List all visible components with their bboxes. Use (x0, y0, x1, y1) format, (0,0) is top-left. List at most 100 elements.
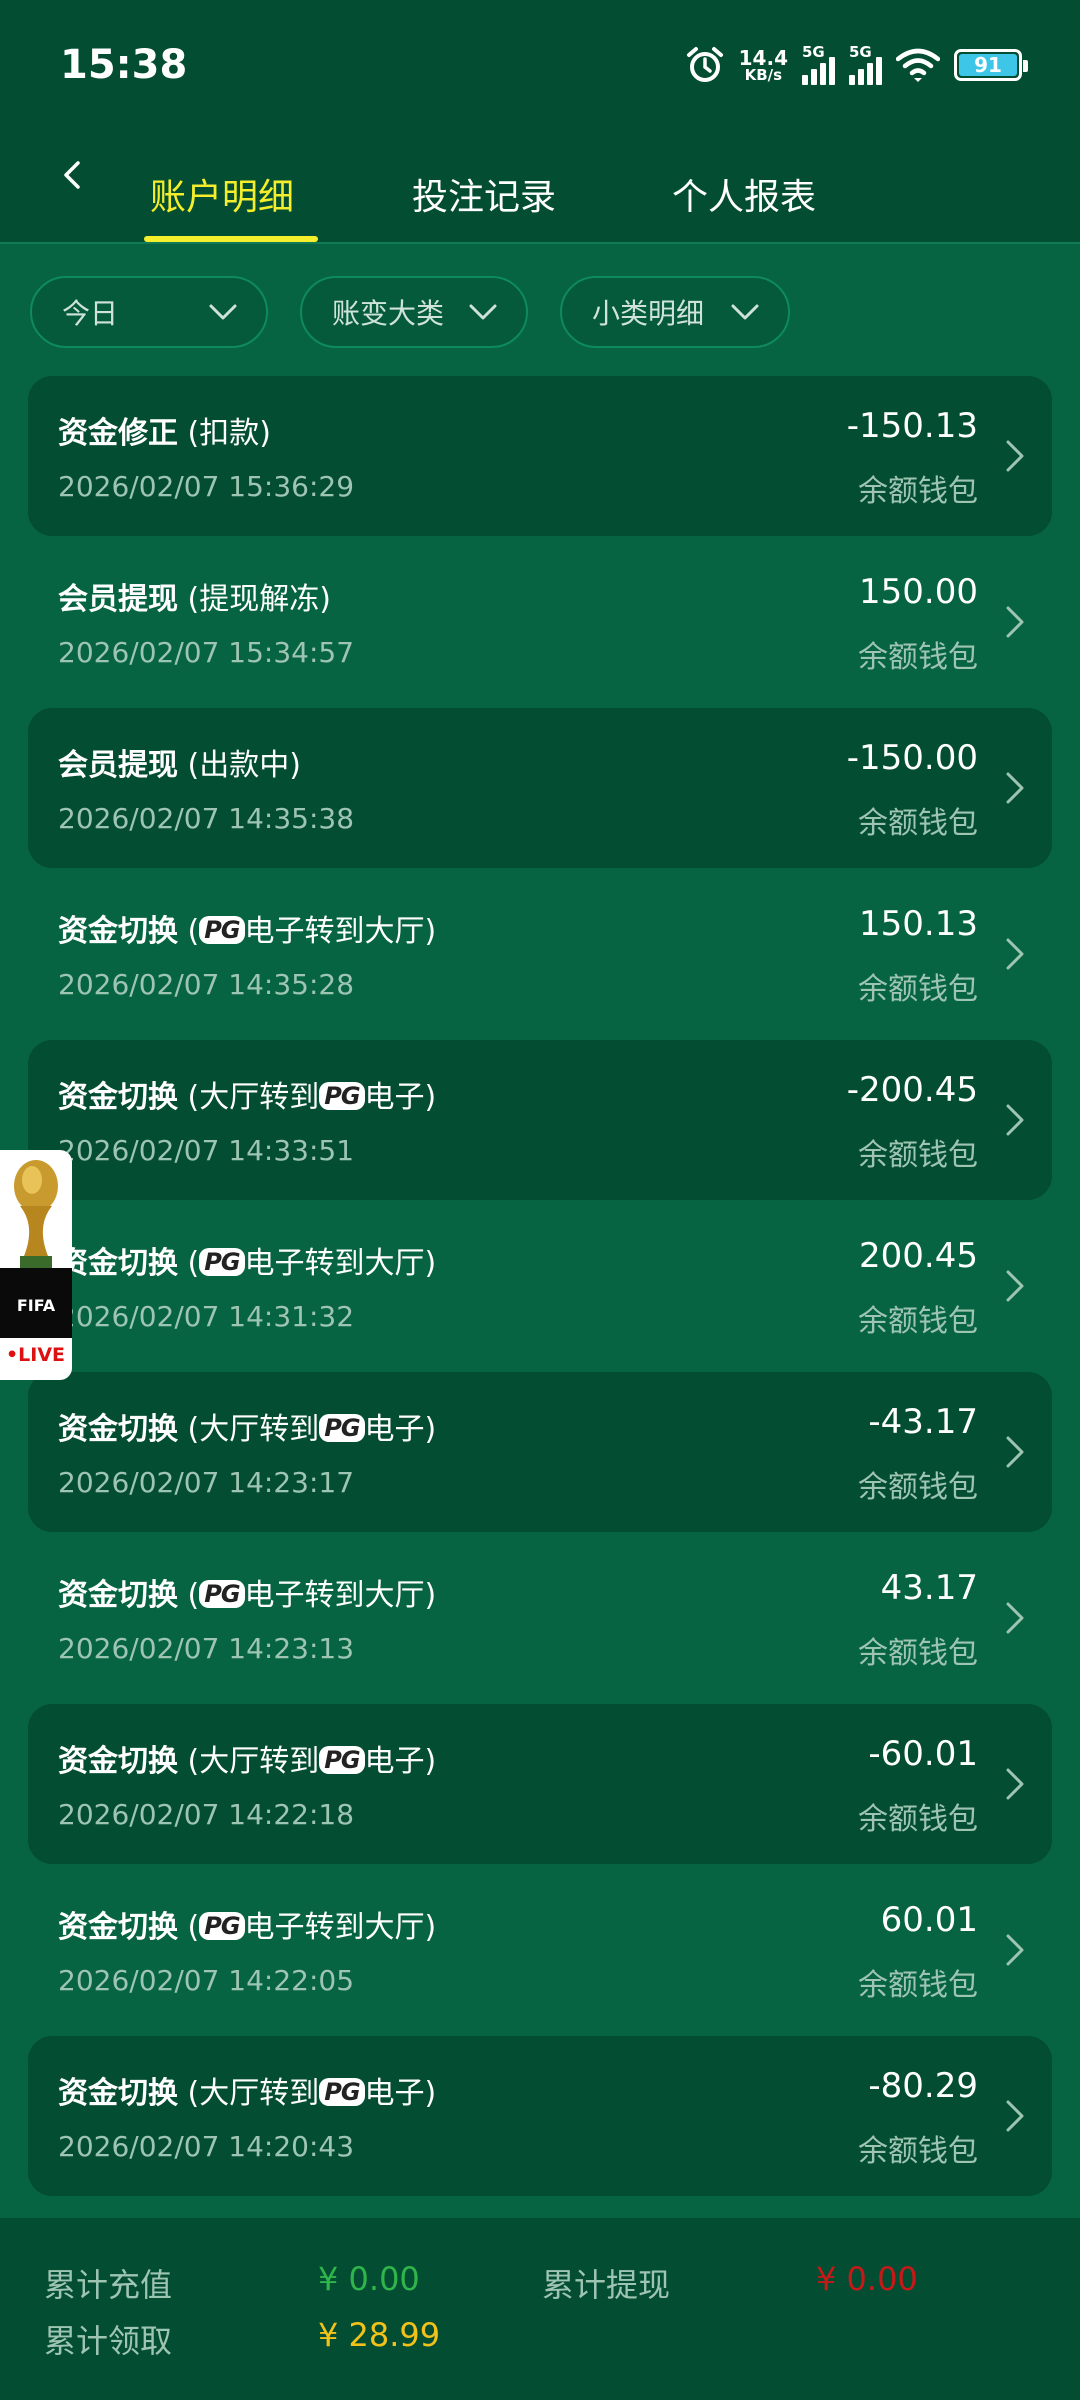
withdraw-total-label: 累计提现 (542, 2266, 671, 2304)
filter-date[interactable]: 今日 (30, 276, 268, 348)
signal-icon: 5G (802, 45, 835, 85)
recharge-total-label: 累计充值 (44, 2266, 173, 2304)
record-type: 会员提现 (58, 582, 178, 617)
record-amount: -150.00 (846, 738, 978, 778)
record-wallet: 余额钱包 (858, 1802, 978, 1837)
live-label: •LIVE (6, 1344, 66, 1366)
fifa-label: FIFA (16, 1296, 56, 1315)
record-detail-prefix: (大厅转到 (178, 1080, 320, 1115)
chevron-down-icon (209, 304, 237, 320)
record-detail-prefix: (出款中) (178, 748, 301, 783)
record-detail-suffix: 电子) (364, 1080, 437, 1115)
record-type: 资金切换 (58, 1744, 178, 1779)
record-wallet: 余额钱包 (858, 1304, 978, 1339)
record-detail-prefix: (大厅转到 (178, 2076, 320, 2111)
record-title: 会员提现 (出款中) (58, 740, 301, 784)
record-row[interactable]: 会员提现 (出款中) 2026/02/07 14:35:38 -150.00 余额钱包 (28, 708, 1052, 868)
record-title: 资金切换 (大厅转到 PG 电子) (58, 1736, 436, 1780)
trophy-icon (14, 1160, 58, 1272)
claim-total-value: ¥ 28.99 (318, 2316, 441, 2354)
chevron-down-icon (469, 304, 497, 320)
pg-logo: PG (319, 2078, 365, 2106)
record-time: 2026/02/07 14:23:17 (58, 1466, 355, 1499)
record-title: 资金切换 (PG 电子转到大厅) (58, 906, 436, 950)
record-row[interactable]: 资金切换 (大厅转到 PG 电子) 2026/02/07 14:33:51 -200.4… (28, 1040, 1052, 1200)
record-wallet: 余额钱包 (858, 640, 978, 675)
record-time: 2026/02/07 14:22:18 (58, 1798, 355, 1831)
record-detail-prefix: ( (178, 1910, 200, 1945)
filter-subcategory[interactable]: 小类明细 (560, 276, 790, 348)
chevron-right-icon (1006, 2100, 1024, 2132)
chevron-right-icon (1006, 772, 1024, 804)
record-type: 资金切换 (58, 2076, 178, 2111)
record-wallet: 余额钱包 (858, 1968, 978, 2003)
status-time: 15:38 (60, 42, 188, 88)
chevron-right-icon (1006, 1934, 1024, 1966)
signal-icon: 5G (849, 45, 882, 85)
active-tab-indicator (144, 236, 318, 242)
battery-icon: 91 (954, 49, 1028, 81)
network-speed: 14.4 KB/s (738, 45, 788, 84)
record-time: 2026/02/07 14:20:43 (58, 2130, 355, 2163)
record-title: 资金切换 (大厅转到 PG 电子) (58, 2068, 436, 2112)
record-wallet: 余额钱包 (858, 474, 978, 509)
record-title: 资金切换 (大厅转到 PG 电子) (58, 1404, 436, 1448)
record-row[interactable]: 资金切换 (大厅转到 PG 电子) 2026/02/07 14:22:18 -60.01… (28, 1704, 1052, 1864)
tab-account-details[interactable]: 账户明细 (150, 168, 294, 220)
record-detail-suffix: 电子转到大厅) (244, 1578, 437, 1613)
record-time: 2026/02/07 15:34:57 (58, 636, 355, 669)
record-type: 资金修正 (58, 416, 178, 451)
record-wallet: 余额钱包 (858, 1470, 978, 1505)
record-row[interactable]: 资金切换 (大厅转到 PG 电子) 2026/02/07 14:20:43 -80.29… (28, 2036, 1052, 2196)
record-detail-prefix: ( (178, 914, 200, 949)
record-row[interactable]: 资金切换 (大厅转到 PG 电子) 2026/02/07 14:23:17 -43.17… (28, 1372, 1052, 1532)
record-time: 2026/02/07 14:23:13 (58, 1632, 355, 1665)
record-title: 资金修正 (扣款) (58, 408, 271, 452)
record-amount: -43.17 (868, 1402, 978, 1442)
record-title: 资金切换 (PG 电子转到大厅) (58, 1902, 436, 1946)
record-title: 资金切换 (PG 电子转到大厅) (58, 1238, 436, 1282)
record-amount: 43.17 (880, 1568, 978, 1608)
pg-logo: PG (319, 1082, 365, 1110)
chevron-right-icon (1006, 606, 1024, 638)
record-detail-suffix: 电子转到大厅) (244, 1246, 437, 1281)
record-type: 资金切换 (58, 914, 178, 949)
wifi-icon (896, 48, 940, 82)
record-amount: -150.13 (846, 406, 978, 446)
record-row[interactable]: 资金修正 (扣款) 2026/02/07 15:36:29 -150.13 余额钱包 (28, 376, 1052, 536)
pg-logo: PG (199, 1580, 245, 1608)
fifa-live-badge[interactable]: FIFA •LIVE (0, 1150, 72, 1380)
summary-footer: 累计充值 ¥ 0.00 累计提现 ¥ 0.00 累计领取 ¥ 28.99 (0, 2218, 1080, 2400)
chevron-right-icon (1006, 1768, 1024, 1800)
tab-personal-report[interactable]: 个人报表 (672, 168, 816, 220)
chevron-right-icon (1006, 440, 1024, 472)
record-row[interactable]: 资金切换 (PG 电子转到大厅) 2026/02/07 14:22:05 60.01 余… (28, 1870, 1052, 2030)
record-type: 资金切换 (58, 1578, 178, 1613)
withdraw-total-value: ¥ 0.00 (816, 2260, 918, 2298)
record-amount: 150.13 (859, 904, 978, 944)
record-type: 资金切换 (58, 1910, 178, 1945)
record-row[interactable]: 资金切换 (PG 电子转到大厅) 2026/02/07 14:31:32 200.45… (28, 1206, 1052, 1366)
record-detail-prefix: (提现解冻) (178, 582, 331, 617)
record-wallet: 余额钱包 (858, 972, 978, 1007)
record-type: 会员提现 (58, 748, 178, 783)
record-amount: 60.01 (880, 1900, 978, 1940)
claim-total-label: 累计领取 (44, 2322, 173, 2360)
filter-category[interactable]: 账变大类 (300, 276, 528, 348)
record-detail-prefix: (大厅转到 (178, 1744, 320, 1779)
tab-bet-records[interactable]: 投注记录 (412, 168, 556, 220)
record-row[interactable]: 资金切换 (PG 电子转到大厅) 2026/02/07 14:23:13 43.17 余… (28, 1538, 1052, 1698)
pg-logo: PG (199, 1248, 245, 1276)
record-time: 2026/02/07 14:33:51 (58, 1134, 355, 1167)
record-detail-prefix: ( (178, 1246, 200, 1281)
record-wallet: 余额钱包 (858, 1636, 978, 1671)
record-title: 会员提现 (提现解冻) (58, 574, 331, 618)
battery-level: 91 (959, 54, 1017, 76)
chevron-down-icon (731, 304, 759, 320)
record-time: 2026/02/07 15:36:29 (58, 470, 355, 503)
record-row[interactable]: 会员提现 (提现解冻) 2026/02/07 15:34:57 150.00 余额钱包 (28, 542, 1052, 702)
record-detail-suffix: 电子转到大厅) (244, 1910, 437, 1945)
record-wallet: 余额钱包 (858, 1138, 978, 1173)
chevron-left-icon[interactable] (58, 160, 88, 190)
record-row[interactable]: 资金切换 (PG 电子转到大厅) 2026/02/07 14:35:28 150.13… (28, 874, 1052, 1034)
